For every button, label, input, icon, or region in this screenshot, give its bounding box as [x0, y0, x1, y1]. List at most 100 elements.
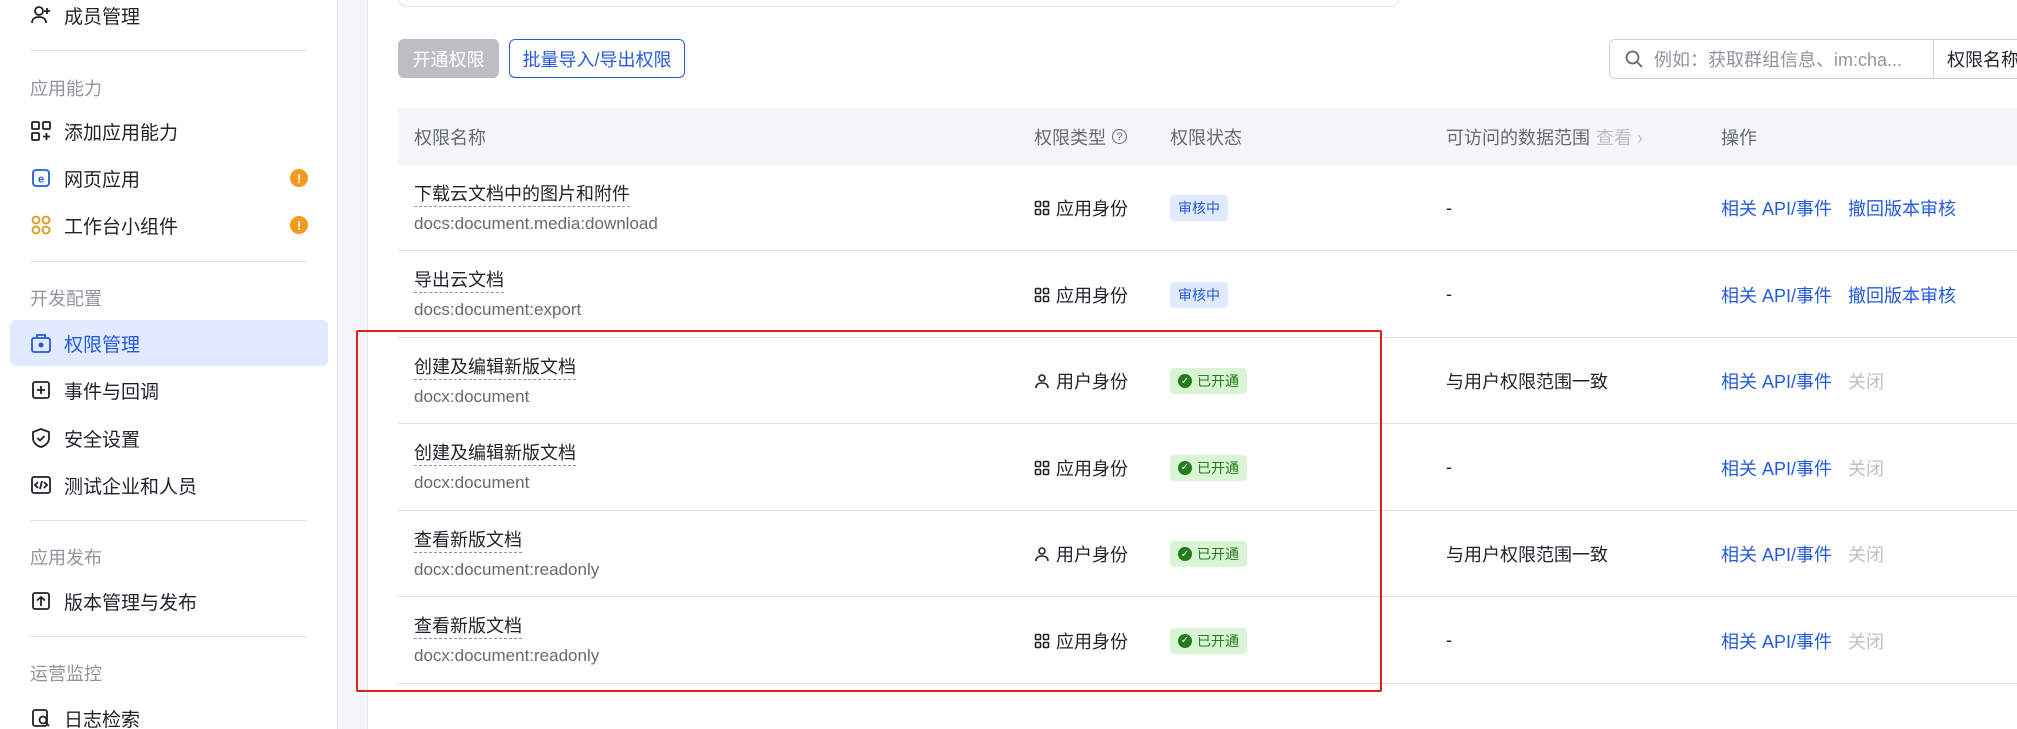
help-icon[interactable]: ? [1112, 129, 1127, 144]
sidebar-item-label: 事件与回调 [64, 381, 160, 403]
related-api-link[interactable]: 相关 API/事件 [1721, 195, 1832, 221]
ops-cell: 相关 API/事件 关闭 [1721, 511, 1884, 597]
data-scope-cell: - [1446, 284, 1452, 304]
sidebar: 成员管理 应用能力 添加应用能力 e 网页应用 ! 工作台小组件 ! 开发配置 … [0, 0, 338, 729]
status-badge: 审核中 [1170, 195, 1228, 221]
close-permission-link[interactable]: 关闭 [1848, 628, 1884, 654]
withdraw-review-link[interactable]: 撤回版本审核 [1848, 282, 1956, 308]
chevron-right-icon: › [1637, 127, 1644, 148]
app-identity-icon [1034, 200, 1050, 216]
sidebar-item-label: 添加应用能力 [64, 122, 179, 144]
sidebar-item-members[interactable]: 成员管理 [10, 0, 328, 38]
ops-cell: 相关 API/事件 撤回版本审核 [1721, 252, 1972, 338]
related-api-link[interactable]: 相关 API/事件 [1721, 368, 1832, 394]
header-name: 权限名称 [414, 127, 486, 148]
sidebar-item-test-org[interactable]: 测试企业和人员 [10, 462, 328, 508]
permission-code: docs:document:export [414, 300, 582, 319]
nav-group-title: 运营监控 [30, 664, 102, 684]
scope-view-label: 查看 [1596, 127, 1632, 148]
permission-code: docs:document.media:download [414, 213, 658, 233]
shield-icon [30, 427, 52, 449]
permission-icon [30, 332, 52, 354]
sidebar-item-events[interactable]: 事件与回调 [10, 367, 328, 413]
web-app-icon: e [30, 167, 52, 189]
permission-status-cell: 审核中 [1170, 252, 1228, 338]
event-icon [30, 379, 52, 401]
search-icon [1624, 49, 1644, 69]
code-icon [30, 474, 52, 496]
related-api-link[interactable]: 相关 API/事件 [1721, 541, 1832, 567]
nav-group-title: 应用发布 [30, 548, 102, 568]
data-scope-cell: - [1446, 197, 1452, 218]
header-ops: 操作 [1721, 127, 1757, 148]
close-permission-link[interactable]: 关闭 [1848, 368, 1884, 394]
related-api-link[interactable]: 相关 API/事件 [1721, 282, 1832, 308]
header-type-label: 权限类型 [1034, 127, 1106, 148]
scope-view-link[interactable]: 查看 › [1596, 124, 1643, 150]
permission-status-cell: 审核中 [1170, 165, 1228, 251]
ops-cell: 相关 API/事件 关闭 [1721, 425, 1884, 511]
divider [30, 520, 307, 521]
sidebar-item-permissions[interactable]: 权限管理 [10, 320, 328, 366]
permission-type-label: 应用身份 [1056, 285, 1128, 306]
table-row: 下载云文档中的图片和附件 docs:document.media:download… [398, 165, 2017, 251]
permission-type-cell: 应用身份 [1034, 165, 1128, 251]
close-permission-link[interactable]: 关闭 [1848, 541, 1884, 567]
divider [30, 261, 307, 262]
permission-title[interactable]: 下载云文档中的图片和附件 [414, 182, 630, 207]
sidebar-item-label: 网页应用 [64, 169, 141, 191]
header-type: 权限类型 ? [1034, 108, 1127, 165]
app-identity-icon [1034, 287, 1050, 303]
header-scope: 可访问的数据范围 查看 › [1446, 108, 1643, 165]
permission-type-cell: 应用身份 [1034, 252, 1128, 338]
user-plus-icon [30, 4, 52, 26]
widget-icon [30, 214, 52, 236]
ops-cell: 相关 API/事件 关闭 [1721, 338, 1884, 424]
sidebar-item-web-app[interactable]: e 网页应用 ! [10, 155, 328, 201]
info-box [398, 0, 1399, 7]
sidebar-item-label: 日志检索 [64, 709, 141, 729]
permission-title[interactable]: 导出云文档 [414, 268, 504, 293]
sidebar-item-label: 测试企业和人员 [64, 476, 198, 498]
search-input[interactable]: 例如：获取群组信息、im:cha... [1609, 39, 1934, 79]
data-scope-cell: 与用户权限范围一致 [1446, 545, 1608, 565]
grid-plus-icon [30, 120, 52, 142]
sidebar-item-label: 权限管理 [64, 334, 141, 356]
sidebar-item-versions[interactable]: 版本管理与发布 [10, 578, 328, 624]
close-permission-link[interactable]: 关闭 [1848, 455, 1884, 481]
svg-text:e: e [38, 174, 44, 186]
sidebar-item-widget[interactable]: 工作台小组件 ! [10, 202, 328, 248]
upload-icon [30, 590, 52, 612]
withdraw-review-link[interactable]: 撤回版本审核 [1848, 195, 1956, 221]
sidebar-item-logs[interactable]: 日志检索 [10, 695, 328, 729]
data-scope-cell: - [1446, 630, 1452, 650]
data-scope-cell: 与用户权限范围一致 [1446, 372, 1608, 392]
ops-cell: 相关 API/事件 撤回版本审核 [1721, 165, 1972, 251]
related-api-link[interactable]: 相关 API/事件 [1721, 628, 1832, 654]
permission-name-cell: 下载云文档中的图片和附件 docs:document.media:download [414, 165, 658, 251]
related-api-link[interactable]: 相关 API/事件 [1721, 455, 1832, 481]
permission-type-label: 应用身份 [1056, 199, 1128, 219]
warning-badge: ! [290, 216, 308, 234]
ops-cell: 相关 API/事件 关闭 [1721, 598, 1884, 684]
sidebar-item-label: 成员管理 [64, 6, 141, 28]
permission-name-cell: 导出云文档 docs:document:export [414, 252, 581, 338]
header-status: 权限状态 [1170, 127, 1242, 148]
batch-import-export-button[interactable]: 批量导入/导出权限 [509, 39, 685, 78]
table-header: 权限名称 权限类型 ? 权限状态 可访问的数据范围 查看 › 操作 [398, 108, 2017, 165]
table-row: 导出云文档 docs:document:export 应用身份 审核中 - 相关 API/… [398, 252, 2017, 338]
sidebar-item-label: 版本管理与发布 [64, 592, 198, 614]
sidebar-item-add-capability[interactable]: 添加应用能力 [10, 108, 328, 154]
divider [30, 50, 307, 51]
status-badge: 审核中 [1170, 281, 1228, 308]
log-search-icon [30, 707, 52, 729]
search-type-select[interactable]: 权限名称 [1933, 39, 2017, 79]
data-scope-cell: - [1446, 457, 1452, 477]
sidebar-item-label: 工作台小组件 [64, 216, 179, 238]
search-placeholder: 例如：获取群组信息、im:cha... [1654, 50, 1903, 70]
sidebar-item-security[interactable]: 安全设置 [10, 415, 328, 461]
enable-permission-button[interactable]: 开通权限 [398, 39, 499, 78]
divider [30, 636, 307, 637]
header-scope-label: 可访问的数据范围 [1446, 127, 1590, 148]
highlight-box [356, 330, 1382, 692]
